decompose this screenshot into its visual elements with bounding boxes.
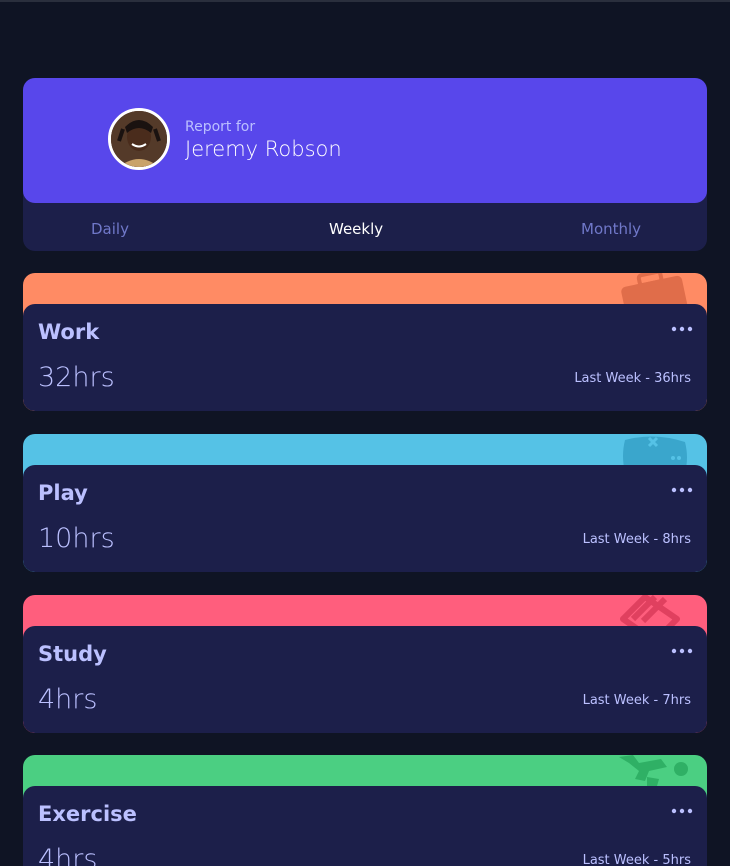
tab-monthly[interactable]: Monthly bbox=[581, 220, 641, 238]
activity-panel: Study 4hrs Last Week - 7hrs bbox=[23, 626, 707, 733]
activity-title: Study bbox=[38, 642, 107, 666]
activity-previous: Last Week - 8hrs bbox=[582, 532, 691, 547]
activity-hours: 32hrs bbox=[38, 362, 115, 393]
activity-panel: Exercise 4hrs Last Week - 5hrs bbox=[23, 786, 707, 866]
activity-hours: 10hrs bbox=[38, 523, 115, 554]
activity-hours: 4hrs bbox=[38, 684, 98, 715]
avatar bbox=[108, 108, 170, 170]
activity-previous: Last Week - 7hrs bbox=[582, 693, 691, 708]
activity-panel: Work 32hrs Last Week - 36hrs bbox=[23, 304, 707, 411]
activity-card-work: Work 32hrs Last Week - 36hrs bbox=[23, 273, 707, 411]
activity-card-exercise: Exercise 4hrs Last Week - 5hrs bbox=[23, 755, 707, 866]
more-options-icon[interactable] bbox=[671, 321, 693, 335]
profile-header: Report for Jeremy Robson bbox=[23, 78, 707, 203]
activity-title: Exercise bbox=[38, 802, 137, 826]
tab-daily[interactable]: Daily bbox=[91, 220, 129, 238]
more-options-icon[interactable] bbox=[671, 643, 693, 657]
activity-title: Work bbox=[38, 320, 100, 344]
window-top-edge bbox=[0, 0, 730, 2]
activity-previous: Last Week - 36hrs bbox=[574, 371, 691, 386]
activity-previous: Last Week - 5hrs bbox=[582, 853, 691, 866]
activity-card-play: Play 10hrs Last Week - 8hrs bbox=[23, 434, 707, 572]
more-options-icon[interactable] bbox=[671, 482, 693, 496]
activity-card-study: Study 4hrs Last Week - 7hrs bbox=[23, 595, 707, 733]
activity-title: Play bbox=[38, 481, 88, 505]
activity-hours: 4hrs bbox=[38, 844, 98, 866]
more-options-icon[interactable] bbox=[671, 803, 693, 817]
avatar-portrait-icon bbox=[111, 111, 167, 167]
activity-panel: Play 10hrs Last Week - 8hrs bbox=[23, 465, 707, 572]
report-for-label: Report for bbox=[185, 119, 256, 135]
tab-weekly[interactable]: Weekly bbox=[329, 220, 383, 238]
profile-card: Report for Jeremy Robson Daily Weekly Mo… bbox=[23, 78, 707, 251]
user-name: Jeremy Robson bbox=[185, 137, 342, 161]
